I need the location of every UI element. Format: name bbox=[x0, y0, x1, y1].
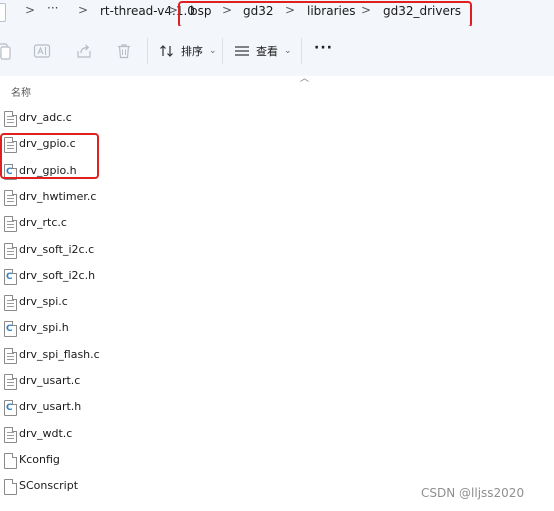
c-header-file-icon: C bbox=[4, 269, 17, 285]
address-bar-edge bbox=[0, 3, 6, 22]
sort-button-label: 排序 bbox=[181, 45, 203, 58]
sort-button[interactable]: 排序 ⌄ bbox=[159, 41, 217, 61]
toolbar-divider bbox=[222, 38, 223, 64]
file-row[interactable]: drv_adc.c bbox=[0, 110, 300, 132]
breadcrumb-overflow-button[interactable]: ··· bbox=[47, 1, 58, 15]
delete-icon[interactable] bbox=[115, 42, 133, 60]
more-options-button[interactable]: ··· bbox=[314, 40, 333, 56]
file-name: drv_spi.c bbox=[19, 295, 68, 308]
blank-file-icon bbox=[4, 453, 17, 469]
annotation-highlight-gpio-files bbox=[0, 133, 99, 179]
text-file-icon bbox=[4, 427, 17, 443]
breadcrumb-separator: > bbox=[25, 3, 36, 17]
copy-icon[interactable] bbox=[0, 42, 12, 60]
file-row[interactable]: SConscript bbox=[0, 478, 300, 500]
file-name: drv_spi_flash.c bbox=[19, 348, 100, 361]
text-file-icon bbox=[4, 216, 17, 232]
file-name: drv_usart.c bbox=[19, 374, 81, 387]
file-name: drv_soft_i2c.h bbox=[19, 269, 96, 282]
file-name: Kconfig bbox=[19, 453, 60, 466]
file-row[interactable]: drv_spi_flash.c bbox=[0, 347, 300, 369]
rename-icon[interactable] bbox=[33, 42, 51, 60]
file-row[interactable]: Cdrv_spi.h bbox=[0, 320, 300, 342]
annotation-highlight-path bbox=[178, 1, 472, 28]
watermark-text: CSDN @lljss2020 bbox=[421, 486, 525, 500]
address-bar[interactable]: > ··· > rt-thread-v4.1.0 > bsp > gd32 > … bbox=[0, 0, 554, 28]
text-file-icon bbox=[4, 243, 17, 259]
text-file-icon bbox=[4, 374, 17, 390]
file-row[interactable]: drv_hwtimer.c bbox=[0, 189, 300, 211]
c-letter-icon: C bbox=[6, 272, 13, 282]
file-row[interactable]: drv_usart.c bbox=[0, 373, 300, 395]
file-row[interactable]: drv_wdt.c bbox=[0, 426, 300, 448]
chevron-down-icon: ⌄ bbox=[284, 46, 292, 56]
file-row[interactable]: drv_rtc.c bbox=[0, 215, 300, 237]
view-button[interactable]: 查看 ⌄ bbox=[234, 41, 292, 61]
breadcrumb-separator: > bbox=[168, 3, 179, 17]
text-file-icon bbox=[4, 348, 17, 364]
file-row[interactable]: drv_spi.c bbox=[0, 294, 300, 316]
command-toolbar: 排序 ⌄ 查看 ⌄ ··· bbox=[0, 26, 554, 76]
file-row[interactable]: Cdrv_soft_i2c.h bbox=[0, 268, 300, 290]
file-name: SConscript bbox=[19, 479, 79, 492]
breadcrumb-separator: > bbox=[78, 3, 89, 17]
toolbar-divider bbox=[301, 38, 302, 64]
c-letter-icon: C bbox=[6, 403, 13, 413]
file-name: drv_spi.h bbox=[19, 321, 69, 334]
file-name: drv_rtc.c bbox=[19, 216, 67, 229]
file-name: drv_adc.c bbox=[19, 111, 72, 124]
chevron-down-icon: ⌄ bbox=[209, 46, 217, 56]
file-row[interactable]: Kconfig bbox=[0, 452, 300, 474]
file-explorer-window: > ··· > rt-thread-v4.1.0 > bsp > gd32 > … bbox=[0, 0, 554, 511]
file-name: drv_hwtimer.c bbox=[19, 190, 97, 203]
file-row[interactable]: Cdrv_usart.h bbox=[0, 399, 300, 421]
text-file-icon bbox=[4, 295, 17, 311]
text-file-icon bbox=[4, 111, 17, 127]
view-button-label: 查看 bbox=[256, 45, 278, 58]
share-icon[interactable] bbox=[75, 42, 93, 60]
file-name: drv_usart.h bbox=[19, 400, 82, 413]
view-list-icon bbox=[235, 46, 249, 56]
c-header-file-icon: C bbox=[4, 321, 17, 337]
sort-icon bbox=[160, 45, 173, 57]
c-letter-icon: C bbox=[6, 324, 13, 334]
text-file-icon bbox=[4, 190, 17, 206]
sort-indicator-icon: ︿ bbox=[300, 74, 310, 84]
blank-file-icon bbox=[4, 479, 17, 495]
toolbar-divider bbox=[147, 38, 148, 64]
file-name: drv_wdt.c bbox=[19, 427, 73, 440]
file-name: drv_soft_i2c.c bbox=[19, 243, 95, 256]
c-header-file-icon: C bbox=[4, 400, 17, 416]
column-header-name[interactable]: 名称 bbox=[11, 84, 31, 99]
file-row[interactable]: drv_soft_i2c.c bbox=[0, 242, 300, 264]
